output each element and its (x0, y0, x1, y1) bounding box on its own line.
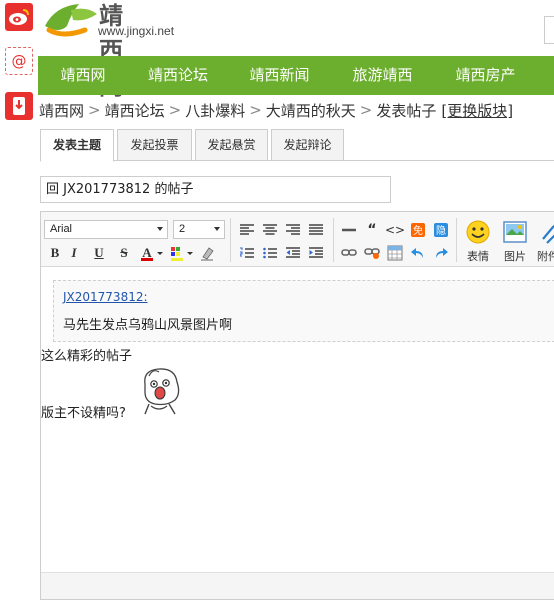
table-icon[interactable] (386, 244, 404, 262)
logo-leaf-icon (45, 4, 97, 37)
subject-input[interactable]: 回 JX201773812 的帖子 (40, 176, 391, 203)
breadcrumb-board[interactable]: 八卦爆料 (185, 100, 245, 121)
background-color-icon[interactable] (169, 244, 195, 262)
reply-text-line: 这么精彩的帖子 (41, 349, 133, 364)
emoji-icon (466, 220, 490, 244)
bold-icon[interactable]: B (46, 244, 64, 262)
toolbar-divider (230, 218, 231, 262)
breadcrumb-separator: > (168, 101, 182, 119)
font-size-value: 2 (179, 223, 186, 235)
breadcrumb-thread[interactable]: 大靖西的秋天 (266, 100, 356, 121)
nav-item-realestate[interactable]: 靖西房产 (434, 56, 537, 95)
toolbar-divider (456, 218, 457, 262)
share-sidebar: @ (0, 0, 38, 600)
chevron-down-icon (214, 227, 220, 231)
italic-icon[interactable]: I (65, 244, 83, 262)
toolbar-divider (333, 218, 334, 262)
quote-author-link[interactable]: JX201773812: (63, 290, 148, 304)
align-left-icon[interactable] (238, 221, 256, 239)
svg-text:@: @ (12, 52, 27, 70)
link-icon[interactable] (340, 244, 358, 262)
weibo-share-button[interactable] (5, 3, 33, 31)
unlink-icon[interactable] (363, 244, 381, 262)
header-search-box[interactable] (544, 16, 554, 44)
site-logo[interactable]: 靖西网 www.jingxi.net (41, 0, 174, 100)
breadcrumb-home[interactable]: 靖西网 (39, 100, 84, 121)
align-right-icon[interactable] (284, 221, 302, 239)
quote-text: 马先生发点乌鸦山风景图片啊 (63, 318, 233, 333)
tab-reward[interactable]: 发起悬赏 (195, 129, 268, 161)
image-button[interactable]: 图片 (498, 215, 532, 265)
attachment-label: 附件 (537, 250, 554, 263)
justify-icon[interactable] (307, 221, 325, 239)
font-size-select[interactable]: 2 (173, 220, 225, 239)
breadcrumb-separator: > (249, 101, 262, 119)
nav-item-travel[interactable]: 旅游靖西 (331, 56, 434, 95)
quote-author-name: JX201773812 (63, 290, 144, 304)
unordered-list-icon[interactable] (261, 244, 279, 262)
underline-icon[interactable]: U (90, 244, 108, 262)
tab-debate[interactable]: 发起辩论 (271, 129, 344, 161)
free-icon[interactable]: 免 (409, 221, 427, 239)
editor-toolbar: Arial 2 B I U S A “ <> 免 隐 表情 图片 附件 (41, 212, 554, 267)
at-sign-icon: @ (12, 52, 27, 70)
chevron-down-icon (157, 227, 163, 231)
quote-icon[interactable]: “ (363, 221, 381, 239)
post-editor: Arial 2 B I U S A “ <> 免 隐 表情 图片 附件 JX20… (40, 211, 554, 600)
undo-icon[interactable] (409, 244, 427, 262)
align-center-icon[interactable] (261, 221, 279, 239)
indent-icon[interactable] (307, 244, 325, 262)
attachment-icon (542, 224, 554, 244)
attachment-button[interactable]: 附件 (535, 215, 554, 265)
strikethrough-icon[interactable]: S (115, 244, 133, 262)
font-family-select[interactable]: Arial (44, 220, 168, 239)
code-icon[interactable]: <> (385, 221, 405, 239)
emoji-label: 表情 (467, 250, 489, 263)
image-label: 图片 (504, 250, 526, 263)
nav-item-forum[interactable]: 靖西论坛 (128, 56, 228, 95)
quoted-post: JX201773812: 马先生发点乌鸦山风景图片啊 (53, 280, 554, 342)
outdent-icon[interactable] (284, 244, 302, 262)
redo-icon[interactable] (432, 244, 450, 262)
nav-item-home[interactable]: 靖西网 (38, 56, 128, 95)
font-color-icon[interactable]: A (139, 244, 165, 262)
breadcrumb-forum[interactable]: 靖西论坛 (105, 100, 165, 121)
horizontal-rule-icon[interactable] (340, 221, 358, 239)
breadcrumb-separator: > (88, 101, 101, 119)
svg-text:A: A (142, 245, 152, 260)
clear-format-icon[interactable] (198, 244, 216, 262)
change-board-link[interactable]: [更换版块] (441, 100, 513, 121)
breadcrumb-current: 发表帖子 (376, 101, 437, 120)
tab-new-topic[interactable]: 发表主题 (40, 129, 114, 162)
svg-text:隐: 隐 (436, 225, 446, 237)
emoji-button[interactable]: 表情 (461, 215, 495, 265)
editor-status-bar (41, 572, 554, 599)
mobile-download-icon (13, 97, 25, 115)
logo-url: www.jingxi.net (98, 24, 175, 38)
weibo-icon (9, 9, 29, 25)
tab-poll[interactable]: 发起投票 (117, 129, 192, 161)
quote-colon: : (143, 290, 148, 304)
mobile-share-button[interactable] (5, 92, 33, 120)
reply-text-line: 版主不设精吗? (41, 406, 126, 421)
emoticon-sticker-icon (144, 368, 180, 415)
site-header: 靖西网 www.jingxi.net (38, 0, 554, 100)
svg-text:免: 免 (413, 224, 423, 237)
breadcrumb: 靖西网 > 靖西论坛 > 八卦爆料 > 大靖西的秋天 > 发表帖子 [更换版块] (39, 98, 513, 122)
image-icon (503, 221, 527, 243)
post-type-tabs: 发表主题 发起投票 发起悬赏 发起辩论 (40, 129, 554, 162)
ordered-list-icon[interactable] (238, 244, 256, 262)
nav-item-news[interactable]: 靖西新闻 (228, 56, 331, 95)
main-nav: 靖西网 靖西论坛 靖西新闻 旅游靖西 靖西房产 (38, 56, 554, 95)
breadcrumb-separator: > (359, 101, 373, 119)
hide-icon[interactable]: 隐 (432, 221, 450, 239)
editor-content[interactable]: JX201773812: 马先生发点乌鸦山风景图片啊 这么精彩的帖子 版主不设精… (41, 268, 554, 574)
email-share-button[interactable]: @ (5, 47, 33, 75)
font-family-value: Arial (50, 223, 73, 235)
